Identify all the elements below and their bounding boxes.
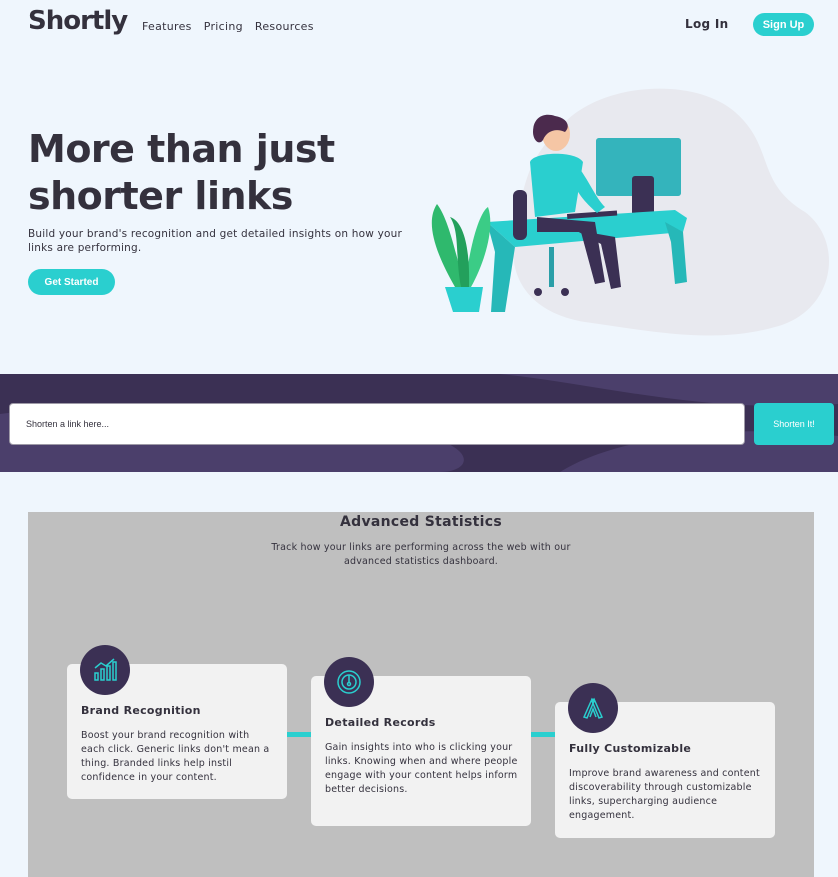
feature-card-brand-recognition: Brand Recognition Boost your brand recog… — [67, 645, 287, 799]
detailed-records-icon — [324, 657, 374, 707]
monitor-stand — [632, 176, 654, 216]
shorten-link-input[interactable] — [9, 403, 745, 445]
login-link[interactable]: Log In — [685, 17, 728, 31]
fully-customizable-icon — [568, 683, 618, 733]
feature-card-fully-customizable: Fully Customizable Improve brand awarene… — [555, 683, 775, 838]
brand-recognition-icon — [80, 645, 130, 695]
stats-title: Advanced Statistics — [340, 514, 502, 530]
card-title: Brand Recognition — [81, 704, 201, 717]
card-text: Improve brand awareness and content disc… — [569, 768, 760, 821]
working-illustration — [431, 88, 829, 336]
card-title: Fully Customizable — [569, 742, 692, 755]
signup-button[interactable]: Sign Up — [753, 13, 814, 36]
advanced-statistics-section: Advanced Statistics Track how your links… — [28, 512, 814, 877]
chair — [513, 190, 527, 240]
main-nav: Features Pricing Resources — [142, 20, 326, 33]
nav-link-resources[interactable]: Resources — [255, 20, 314, 33]
plant-pot — [445, 287, 483, 312]
shorten-section: Shorten It! — [0, 374, 838, 472]
stats-subtitle: Track how your links are performing acro… — [271, 542, 571, 567]
hero-subtitle: Build your brand's recognition and get d… — [28, 228, 402, 254]
shorten-it-button[interactable]: Shorten It! — [754, 403, 834, 445]
nav-link-features[interactable]: Features — [142, 20, 192, 33]
logo[interactable]: Shortly — [28, 6, 128, 36]
nav-link-pricing[interactable]: Pricing — [204, 20, 243, 33]
card-title: Detailed Records — [325, 716, 436, 729]
card-text: Gain insights into who is clicking your … — [325, 742, 518, 795]
hero-title: More than just shorter links — [28, 127, 335, 218]
feature-card-detailed-records: Detailed Records Gain insights into who … — [311, 657, 531, 826]
get-started-button[interactable]: Get Started — [28, 269, 115, 295]
card-text: Boost your brand recognition with each c… — [81, 730, 270, 783]
